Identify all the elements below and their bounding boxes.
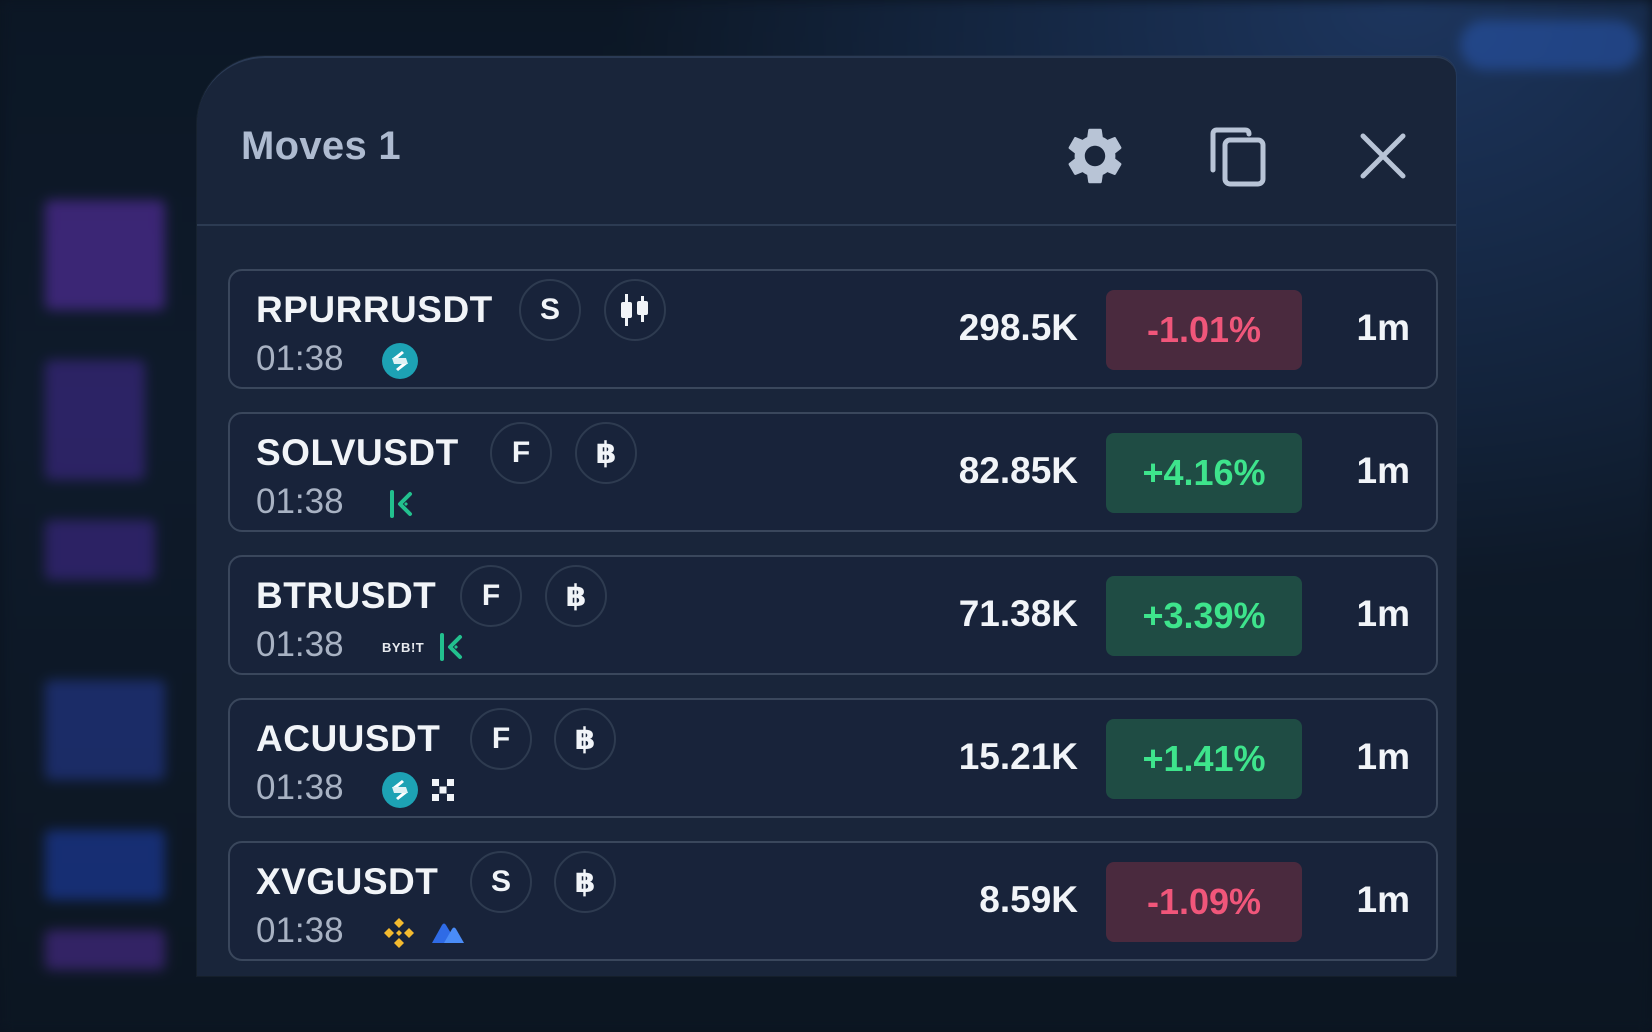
bitget-icon <box>382 343 418 379</box>
volume-label: 71.38K <box>958 593 1078 634</box>
mexc-icon <box>432 923 464 943</box>
volume-label: 82.85K <box>958 450 1078 491</box>
candlestick-icon <box>604 279 666 341</box>
exchange-icons <box>382 915 466 951</box>
symbol-label: XVGUSDT <box>256 861 439 902</box>
bitcoin-icon: ฿ <box>545 565 607 627</box>
copy-button[interactable] <box>1201 118 1277 194</box>
panel-header: Moves 1 <box>197 56 1456 226</box>
table-row[interactable]: BTRUSDT F ฿ 01:38 BYB!T 71.38K +3.39% 1m <box>228 555 1438 675</box>
market-type-badge: F <box>460 565 522 627</box>
close-button[interactable] <box>1345 118 1421 194</box>
close-icon <box>1360 133 1406 179</box>
timeframe-label: 1m <box>1356 593 1410 634</box>
table-row[interactable]: SOLVUSDT F ฿ 01:38 82.85K +4.16% 1m <box>228 412 1438 532</box>
time-label: 01:38 <box>256 625 344 664</box>
market-type-badge: S <box>470 851 532 913</box>
time-label: 01:38 <box>256 911 344 950</box>
change-badge: +1.41% <box>1106 719 1302 799</box>
table-row[interactable]: ACUUSDT F ฿ 01:38 15.21K +1.41% 1m <box>228 698 1438 818</box>
binance-icon <box>384 918 414 948</box>
timeframe-label: 1m <box>1356 736 1410 777</box>
exchange-icons <box>382 772 454 808</box>
volume-label: 15.21K <box>958 736 1078 777</box>
table-row[interactable]: RPURRUSDT S 01:38 298.5K -1.01% 1m <box>228 269 1438 389</box>
moves-panel: Moves 1 RPURRUSDT S 01:38 298.5K -1.01% … <box>197 56 1456 976</box>
table-row[interactable]: XVGUSDT S ฿ 01:38 8.59K -1.09% 1m <box>228 841 1438 961</box>
kucoin-icon <box>390 490 412 518</box>
moves-list: RPURRUSDT S 01:38 298.5K -1.01% 1m SOLVU… <box>228 269 1438 976</box>
volume-label: 8.59K <box>979 879 1078 920</box>
settings-button[interactable] <box>1057 118 1133 194</box>
timeframe-label: 1m <box>1356 450 1410 491</box>
bitcoin-icon: ฿ <box>554 851 616 913</box>
okx-icon <box>432 779 454 801</box>
change-badge: +3.39% <box>1106 576 1302 656</box>
symbol-label: SOLVUSDT <box>256 432 459 473</box>
bitget-icon <box>382 772 418 808</box>
timeframe-label: 1m <box>1356 307 1410 348</box>
kucoin-icon <box>440 633 463 661</box>
copy-icon <box>1210 127 1266 187</box>
time-label: 01:38 <box>256 482 344 521</box>
symbol-label: BTRUSDT <box>256 575 437 616</box>
bitcoin-icon: ฿ <box>575 422 637 484</box>
market-type-badge: F <box>470 708 532 770</box>
market-type-badge: S <box>519 279 581 341</box>
bybit-logo: BYB!T <box>382 639 425 655</box>
panel-title: Moves 1 <box>241 124 401 168</box>
time-label: 01:38 <box>256 768 344 807</box>
symbol-label: RPURRUSDT <box>256 289 493 330</box>
symbol-label: ACUUSDT <box>256 718 441 759</box>
bitcoin-icon: ฿ <box>554 708 616 770</box>
gear-icon <box>1068 128 1122 184</box>
timeframe-label: 1m <box>1356 879 1410 920</box>
change-badge: -1.01% <box>1106 290 1302 370</box>
volume-label: 298.5K <box>958 307 1078 348</box>
exchange-icons <box>388 486 414 522</box>
market-type-badge: F <box>490 422 552 484</box>
time-label: 01:38 <box>256 339 344 378</box>
change-badge: +4.16% <box>1106 433 1302 513</box>
change-badge: -1.09% <box>1106 862 1302 942</box>
exchange-icons <box>382 343 418 379</box>
exchange-icons: BYB!T <box>382 629 464 665</box>
